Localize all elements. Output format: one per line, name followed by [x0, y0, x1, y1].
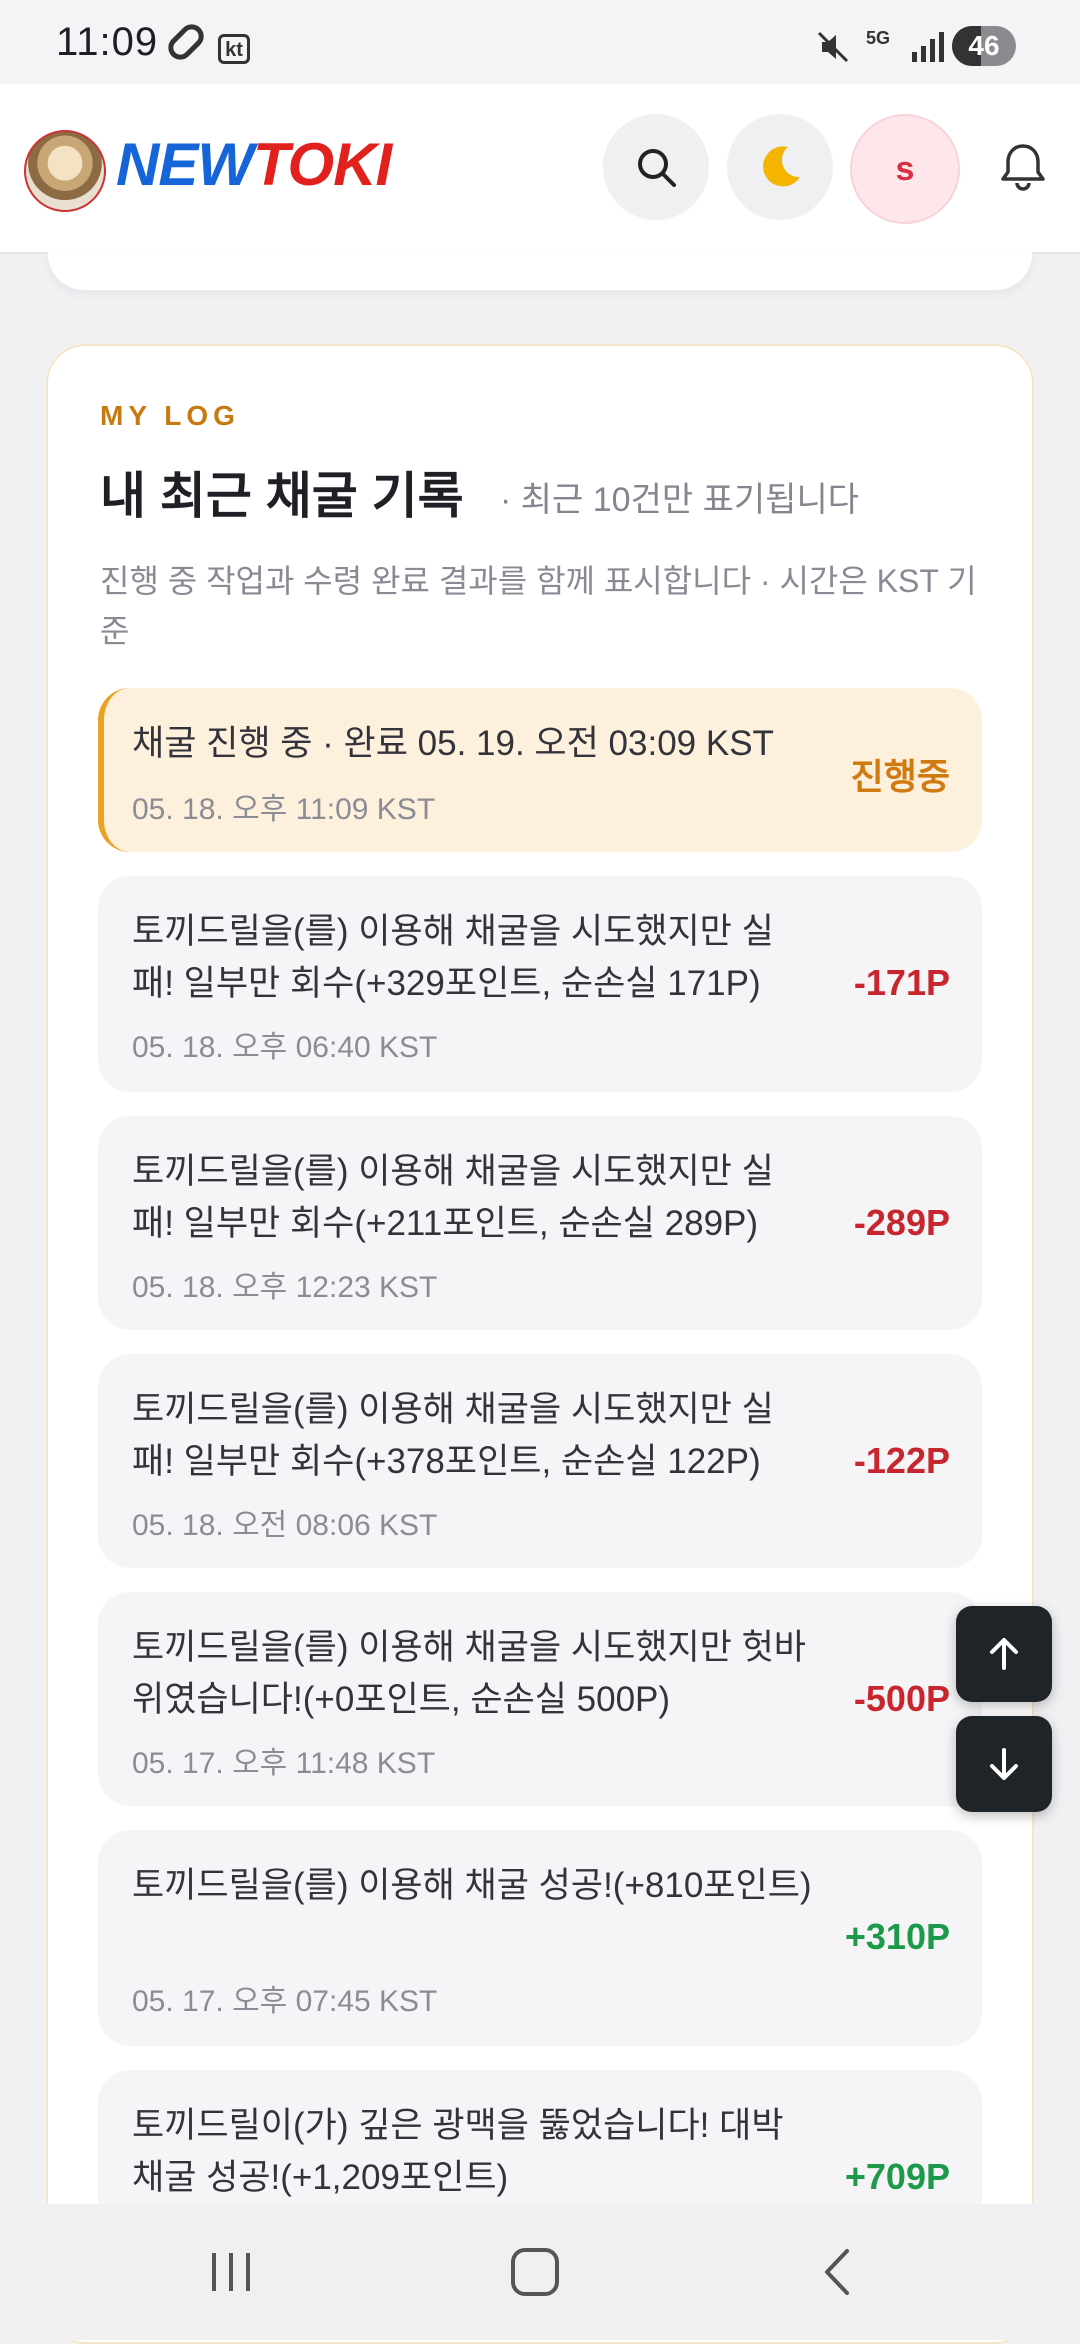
log-item-points: +310P [844, 1916, 950, 1957]
arrow-up-icon [990, 1638, 1018, 1670]
bell-icon [1001, 144, 1045, 191]
arrow-down-icon [990, 1748, 1018, 1780]
log-item[interactable]: 토끼드릴을(를) 이용해 채굴을 시도했지만 실패! 일부만 회수(+211포인… [98, 1116, 982, 1330]
home-button[interactable] [490, 2240, 580, 2304]
home-icon [511, 2248, 559, 2296]
network-5g-icon: 5G [866, 28, 891, 48]
log-item-time: 05. 17. 오후 11:48 KST [132, 1747, 436, 1780]
log-item-points: +709P [844, 2156, 950, 2197]
log-item[interactable]: 토끼드릴을(를) 이용해 채굴을 시도했지만 헛바위였습니다!(+0포인트, 순… [98, 1592, 982, 1806]
user-initial: s [895, 149, 915, 188]
log-item-in-progress[interactable]: 채굴 진행 중 · 완료 05. 19. 오전 03:09 KST 05. 18… [98, 688, 982, 852]
search-button[interactable] [603, 114, 709, 220]
recent-apps-icon [212, 2253, 250, 2291]
site-logo[interactable]: NEWTOKI [116, 130, 392, 199]
log-item-text: 토끼드릴을(를) 이용해 채굴을 시도했지만 실패! 일부만 회수(+211포인… [132, 1152, 774, 1243]
log-item-time: 05. 18. 오후 06:40 KST [132, 1031, 438, 1064]
my-log-card: MY LOG 내 최근 채굴 기록 · 최근 10건만 표기됩니다 진행 중 작… [46, 344, 1034, 2344]
logo-text-new: NEW [116, 131, 254, 198]
log-item-text: 채굴 진행 중 · 완료 05. 19. 오전 03:09 KST [132, 724, 774, 763]
log-item-time: 05. 18. 오후 11:09 KST [132, 793, 436, 826]
status-time: 11:09 [56, 20, 159, 64]
mute-icon [816, 30, 850, 72]
log-item-time: 05. 18. 오후 12:23 KST [132, 1271, 438, 1304]
section-note: · 최근 10건만 표기됩니다 [500, 481, 859, 519]
link-icon [163, 19, 209, 65]
carrier-badge: kt [218, 34, 250, 64]
log-item[interactable]: 토끼드릴을(를) 이용해 채굴을 시도했지만 실패! 일부만 회수(+329포인… [98, 876, 982, 1092]
recent-apps-button[interactable] [186, 2240, 276, 2304]
search-icon [638, 149, 676, 187]
dark-mode-button[interactable] [727, 114, 833, 220]
previous-card-edge [48, 250, 1032, 290]
log-item-points: -171P [853, 962, 950, 1003]
scroll-bottom-button[interactable] [956, 1716, 1052, 1812]
back-icon [825, 2249, 849, 2295]
log-item-status: 진행중 [850, 756, 950, 797]
logo-mascot-icon[interactable] [24, 130, 106, 212]
log-item-points: -289P [853, 1202, 950, 1243]
status-bar: 11:09 kt 5G 46 [0, 0, 1080, 84]
log-item-text: 토끼드릴을(를) 이용해 채굴을 시도했지만 실패! 일부만 회수(+378포인… [132, 1390, 774, 1481]
signal-icon [910, 30, 946, 64]
log-item-text: 토끼드릴을(를) 이용해 채굴 성공!(+810포인트) [132, 1866, 812, 1905]
app-header: NEWTOKI s [0, 84, 1080, 254]
battery-icon: 46 [952, 26, 1016, 66]
section-description: 진행 중 작업과 수령 완료 결과를 함께 표시합니다 · 시간은 KST 기준 [100, 563, 977, 649]
log-item-text: 토끼드릴이(가) 깊은 광맥을 뚫었습니다! 대박 채굴 성공!(+1,209포… [132, 2106, 784, 2197]
scroll-top-button[interactable] [956, 1606, 1052, 1702]
log-item-text: 토끼드릴을(를) 이용해 채굴을 시도했지만 헛바위였습니다!(+0포인트, 순… [132, 1628, 807, 1719]
logo-text-toki: TOKI [252, 131, 392, 198]
battery-level: 46 [968, 30, 1000, 61]
section-title: 내 최근 채굴 기록 [100, 468, 464, 524]
back-button[interactable] [792, 2240, 882, 2304]
log-item-text: 토끼드릴을(를) 이용해 채굴을 시도했지만 실패! 일부만 회수(+329포인… [132, 912, 774, 1003]
moon-icon [763, 146, 800, 187]
log-item-time: 05. 17. 오후 07:45 KST [132, 1985, 438, 2018]
log-item-points: -122P [853, 1440, 950, 1481]
log-item-points: -500P [853, 1678, 950, 1719]
log-item[interactable]: 토끼드릴을(를) 이용해 채굴을 시도했지만 실패! 일부만 회수(+378포인… [98, 1354, 982, 1568]
user-avatar-button[interactable]: s [850, 114, 960, 224]
section-eyebrow: MY LOG [100, 400, 240, 431]
system-nav-bar [0, 2204, 1080, 2340]
log-item[interactable]: 토끼드릴을(를) 이용해 채굴 성공!(+810포인트) 05. 17. 오후 … [98, 1830, 982, 2046]
notification-button[interactable] [970, 114, 1076, 220]
log-item-time: 05. 18. 오전 08:06 KST [132, 1509, 438, 1542]
